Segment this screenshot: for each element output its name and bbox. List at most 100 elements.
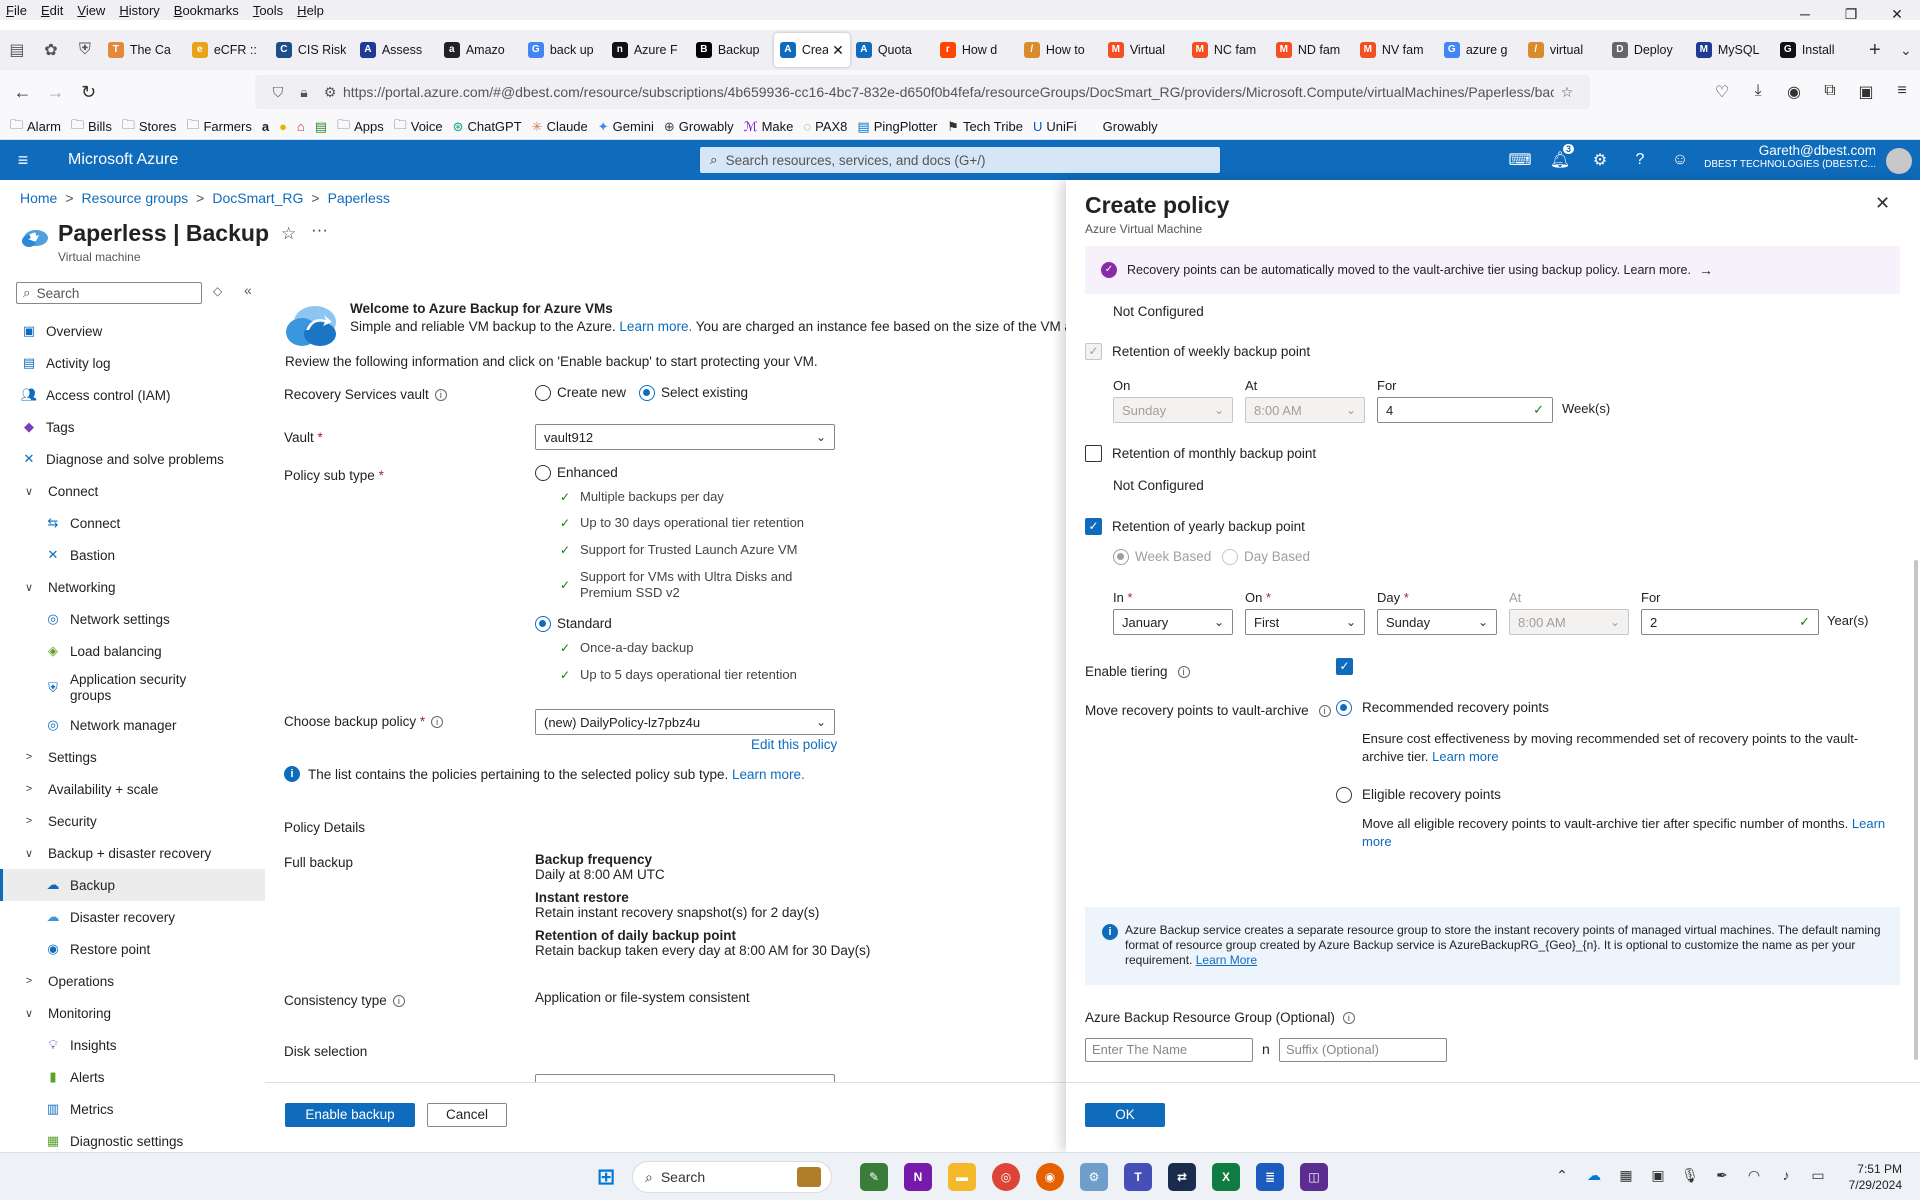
- sidebar-group-connect[interactable]: ∨ Connect: [0, 475, 265, 507]
- sheet-bookmark-icon[interactable]: ▤: [315, 119, 327, 135]
- file-explorer-icon[interactable]: ▬: [948, 1163, 976, 1191]
- bookmark-voice[interactable]: 🗀 Voice: [394, 116, 443, 138]
- yearly-in-dropdown[interactable]: January ⌄: [1113, 609, 1233, 635]
- forward-icon[interactable]: →: [39, 82, 72, 103]
- chrome-icon[interactable]: ◎: [992, 1163, 1020, 1191]
- menu-file[interactable]: File: [0, 3, 35, 18]
- browser-tab[interactable]: M MySQL: [1690, 33, 1774, 67]
- notes-app-icon[interactable]: ≣: [1256, 1163, 1284, 1191]
- bookmark-growably[interactable]: Growably: [1103, 119, 1158, 134]
- browser-tab[interactable]: a Amazo: [438, 33, 522, 67]
- sidebar-item-alerts[interactable]: ▮ Alerts: [0, 1061, 265, 1093]
- sidebar-group-availability-scale[interactable]: > Availability + scale: [0, 773, 265, 805]
- resource-menu-search-input[interactable]: ⌕ Search: [16, 282, 202, 304]
- policy-learn-more-link[interactable]: Learn more.: [732, 767, 805, 782]
- recommended-radio[interactable]: Recommended recovery points: [1336, 699, 1549, 716]
- tray-overflow-icon[interactable]: ⌃: [1546, 1167, 1578, 1184]
- sidebar-item-access-control-iam[interactable]: 👥︎ Access control (IAM): [0, 379, 265, 411]
- settings-gear-icon[interactable]: ⚙: [1580, 150, 1620, 170]
- browser-tab[interactable]: n Azure F: [606, 33, 690, 67]
- browser-tab[interactable]: Gazure g: [1438, 33, 1522, 67]
- enable-backup-button[interactable]: Enable backup: [285, 1103, 415, 1127]
- weekly-at-dropdown[interactable]: 8:00 AM ⌄: [1245, 397, 1365, 423]
- firefox-icon[interactable]: ◉: [1036, 1163, 1064, 1191]
- global-search-input[interactable]: ⌕ Search resources, services, and docs (…: [700, 147, 1220, 173]
- back-icon[interactable]: ←: [6, 82, 39, 103]
- bookmark-alarm[interactable]: 🗀 Alarm: [10, 116, 61, 138]
- sidebar-item-activity-log[interactable]: ▤ Activity log: [0, 347, 265, 379]
- azure-brand[interactable]: Microsoft Azure: [68, 151, 178, 169]
- sidebar-group-operations[interactable]: > Operations: [0, 965, 265, 997]
- sidebar-group-settings[interactable]: > Settings: [0, 741, 265, 773]
- menu-edit[interactable]: Edit: [35, 3, 71, 18]
- yearly-on-dropdown[interactable]: First ⌄: [1245, 609, 1365, 635]
- onenote-icon[interactable]: N: [904, 1163, 932, 1191]
- wifi-icon[interactable]: ◠: [1738, 1167, 1770, 1184]
- bookmark-stores[interactable]: 🗀 Stores: [122, 116, 177, 138]
- sidebar-item-tags[interactable]: ◆ Tags: [0, 411, 265, 443]
- bookmark-apps[interactable]: 🗀 Apps: [337, 116, 384, 138]
- breadcrumb-link[interactable]: Paperless: [328, 190, 390, 206]
- sidebar-item-restore-point[interactable]: ◉ Restore point: [0, 933, 265, 965]
- browser-tab[interactable]: A Assess: [354, 33, 438, 67]
- browser-tab[interactable]: / How to: [1018, 33, 1102, 67]
- sidebar-toggle-icon[interactable]: ▤: [0, 40, 34, 60]
- breadcrumb-link[interactable]: Home: [20, 190, 57, 206]
- info-icon[interactable]: i: [1318, 705, 1331, 718]
- bookmark-claude[interactable]: ✳ Claude: [532, 119, 588, 135]
- menu-history[interactable]: History: [113, 3, 167, 18]
- close-tab-icon[interactable]: ✕: [832, 42, 844, 59]
- help-icon[interactable]: ?: [1620, 151, 1660, 169]
- account-icon[interactable]: ◉: [1776, 82, 1812, 102]
- browser-tab[interactable]: M Virtual: [1102, 33, 1186, 67]
- more-options-icon[interactable]: ···: [311, 220, 328, 240]
- bookmark-chatgpt[interactable]: ⊛ ChatGPT: [453, 119, 522, 135]
- permissions-icon[interactable]: ⚙: [317, 84, 343, 101]
- breadcrumb-link[interactable]: DocSmart_RG: [212, 190, 303, 206]
- bookmark-unifi[interactable]: U UniFi: [1033, 119, 1077, 134]
- coin-bookmark-icon[interactable]: ●: [279, 119, 287, 134]
- sidebar-group-security[interactable]: > Security: [0, 805, 265, 837]
- sidebar-item-application-security-groups[interactable]: ⛨ Application security groups: [0, 667, 265, 709]
- info-icon[interactable]: i: [434, 389, 447, 402]
- sidebar-item-connect[interactable]: ⇆ Connect: [0, 507, 265, 539]
- browser-tab[interactable]: T The Ca: [102, 33, 186, 67]
- breadcrumb-link[interactable]: Resource groups: [82, 190, 189, 206]
- enable-tiering-checkbox[interactable]: ✓: [1336, 658, 1353, 676]
- extension-badge-icon[interactable]: ▣: [1848, 82, 1884, 102]
- info-icon[interactable]: i: [392, 995, 405, 1008]
- bookmark-make[interactable]: ℳ Make: [744, 119, 794, 135]
- browser-tab[interactable]: M NV fam: [1354, 33, 1438, 67]
- sidebar-group-networking[interactable]: ∨ Networking: [0, 571, 265, 603]
- yearly-retention-checkbox[interactable]: ✓ Retention of yearly backup point: [1085, 518, 1305, 536]
- url-bar[interactable]: ⛉ 🔒︎ ⚙ https://portal.azure.com/#@dbest.…: [255, 75, 1590, 109]
- taskbar-search[interactable]: ⌕ Search: [632, 1161, 832, 1193]
- menu-bookmarks[interactable]: Bookmarks: [168, 3, 247, 18]
- sidebar-item-bastion[interactable]: ✕ Bastion: [0, 539, 265, 571]
- browser-tab[interactable]: r How d: [934, 33, 1018, 67]
- tray-app-icon[interactable]: ▦: [1610, 1167, 1642, 1184]
- menu-view[interactable]: View: [71, 3, 113, 18]
- bank-bookmark-icon[interactable]: ⌂: [297, 119, 305, 134]
- browser-tab[interactable]: B Backup: [690, 33, 774, 67]
- select-existing-radio[interactable]: Select existing: [639, 384, 748, 401]
- pocket-icon[interactable]: ♡: [1704, 82, 1740, 102]
- enhanced-radio[interactable]: Enhanced: [535, 464, 618, 481]
- bookmark-pax8[interactable]: ◌ PAX8: [803, 119, 847, 134]
- yearly-for-input[interactable]: 2 ✓: [1641, 609, 1819, 635]
- remote-app-icon[interactable]: ⇄: [1168, 1163, 1196, 1191]
- info-icon[interactable]: i: [431, 716, 444, 729]
- volume-icon[interactable]: ♪: [1770, 1167, 1802, 1184]
- cloud-shell-icon[interactable]: ⌨: [1500, 150, 1540, 170]
- bookmark-farmers[interactable]: 🗀 Farmers: [186, 116, 251, 138]
- backup-policy-dropdown[interactable]: (new) DailyPolicy-lz7pbz4u ⌄: [535, 709, 835, 735]
- browser-tab[interactable]: Gback up: [522, 33, 606, 67]
- collapse-menu-icon[interactable]: «: [244, 282, 252, 298]
- edit-policy-link[interactable]: Edit this policy: [751, 737, 837, 752]
- onedrive-icon[interactable]: ☁: [1578, 1167, 1610, 1184]
- tracking-shield-icon[interactable]: ⛉: [265, 84, 291, 101]
- rg-name-input[interactable]: Enter The Name: [1085, 1038, 1253, 1062]
- favorite-star-icon[interactable]: ☆: [281, 224, 296, 244]
- network-tool-icon[interactable]: ⚙: [1080, 1163, 1108, 1191]
- rg-suffix-input[interactable]: Suffix (Optional): [1279, 1038, 1447, 1062]
